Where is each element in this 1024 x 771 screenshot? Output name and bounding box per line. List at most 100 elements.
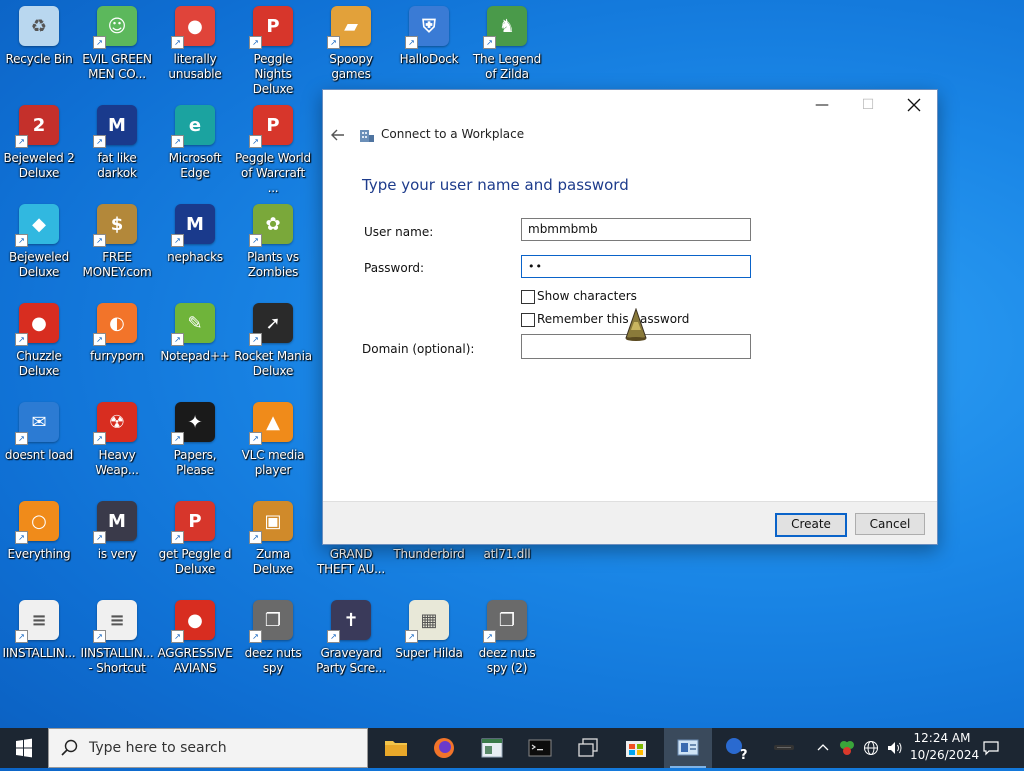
desktop-icon[interactable]: ☺ ↗ EVIL GREEN MEN CO... xyxy=(78,0,156,96)
workplace-icon xyxy=(360,130,374,142)
password-field[interactable]: •• xyxy=(521,255,751,278)
taskbar-workplace-dialog[interactable] xyxy=(664,728,712,768)
desktop-icon-label: fat like darkok xyxy=(97,151,137,180)
username-field[interactable]: mbmmbmb xyxy=(521,218,751,241)
desktop-icon[interactable]: ● ↗ AGGRESSIVE AVIANS xyxy=(156,594,234,690)
desktop-icon[interactable]: P ↗ get Peggle d Deluxe xyxy=(156,495,234,591)
desktop-icon[interactable]: ▦ ↗ Super Hilda xyxy=(390,594,468,690)
desktop-icon[interactable]: $ ↗ FREE MONEY.com xyxy=(78,198,156,294)
shortcut-arrow-icon: ↗ xyxy=(483,630,496,643)
shortcut-arrow-icon: ↗ xyxy=(93,630,106,643)
remember-password-label[interactable]: Remember this password xyxy=(537,312,689,326)
desktop-icon[interactable]: ≡ ↗ IINSTALLIN... - Shortcut xyxy=(78,594,156,690)
show-characters-checkbox[interactable] xyxy=(521,290,535,304)
desktop-icon-label: Super Hilda xyxy=(395,646,463,660)
tray-app-icon[interactable] xyxy=(836,728,858,768)
shortcut-arrow-icon: ↗ xyxy=(15,531,28,544)
desktop-icon[interactable]: M ↗ nephacks xyxy=(156,198,234,294)
clock[interactable]: 12:24 AM 10/26/2024 xyxy=(910,730,979,764)
shortcut-arrow-icon: ↗ xyxy=(93,234,106,247)
show-hidden-icons-chevron[interactable] xyxy=(812,728,834,768)
desktop-icon[interactable]: ☢ ↗ Heavy Weap... xyxy=(78,396,156,492)
desktop-icon[interactable]: ✝ ↗ Graveyard Party Scre... xyxy=(312,594,390,690)
desktop-icon[interactable]: e ↗ Microsoft Edge xyxy=(156,99,234,195)
taskbar-store[interactable] xyxy=(612,728,660,768)
shortcut-arrow-icon: ↗ xyxy=(15,234,28,247)
desktop-icon[interactable]: ➚ ↗ Rocket Mania Deluxe xyxy=(234,297,312,393)
desktop-icon[interactable]: ◐ ↗ furryporn xyxy=(78,297,156,393)
window-app-icon xyxy=(481,738,503,758)
show-characters-label[interactable]: Show characters xyxy=(537,289,637,303)
tray-network[interactable] xyxy=(860,728,882,768)
search-box[interactable]: Type here to search xyxy=(48,728,368,768)
desktop-icon-label: GRAND THEFT AU... xyxy=(316,547,385,576)
desktop-icon[interactable]: ❐ ↗ deez nuts spy (2) xyxy=(468,594,546,690)
dialog-footer: Create Cancel xyxy=(323,501,937,544)
desktop-icon[interactable]: M ↗ is very xyxy=(78,495,156,591)
taskbar-file-explorer[interactable] xyxy=(372,728,420,768)
desktop-icon[interactable]: ● ↗ Chuzzle Deluxe xyxy=(0,297,78,393)
dialog-titlebar[interactable]: — ☐ xyxy=(323,90,937,120)
start-button[interactable] xyxy=(0,728,48,768)
desktop-icon[interactable]: ♞ ↗ The Legend of Zilda xyxy=(468,0,546,96)
desktop-icon[interactable]: M ↗ fat like darkok xyxy=(78,99,156,195)
desktop-icon-label: EVIL GREEN MEN CO... xyxy=(82,52,152,81)
domain-label: Domain (optional): xyxy=(362,342,475,356)
desktop-icon-label: Peggle Nights Deluxe xyxy=(252,52,294,96)
desktop-icon-label: Thunderbird xyxy=(393,547,465,561)
shortcut-arrow-icon: ↗ xyxy=(249,36,262,49)
clock-time: 12:24 AM xyxy=(913,731,971,745)
taskbar-app-window[interactable] xyxy=(468,728,516,768)
help-icon: ? xyxy=(726,738,748,763)
notification-center-button[interactable] xyxy=(980,728,1002,768)
desktop-icon[interactable]: ⛨ ↗ HalloDock xyxy=(390,0,468,96)
tray-volume[interactable] xyxy=(884,728,906,768)
taskbar-terminal[interactable] xyxy=(516,728,564,768)
desktop-icon[interactable]: ▲ ↗ VLC media player xyxy=(234,396,312,492)
desktop-icon-label: atl71.dll xyxy=(483,547,531,561)
create-button[interactable]: Create xyxy=(775,513,847,537)
globe-icon xyxy=(864,740,878,755)
taskbar-task-view[interactable] xyxy=(564,728,612,768)
desktop-icon[interactable]: ◆ ↗ Bejeweled Deluxe xyxy=(0,198,78,294)
maximize-button: ☐ xyxy=(861,97,875,113)
shortcut-arrow-icon: ↗ xyxy=(249,234,262,247)
desktop-icon[interactable]: ≡ ↗ IINSTALLIN... xyxy=(0,594,78,690)
desktop-icon[interactable]: ✎ ↗ Notepad++ xyxy=(156,297,234,393)
cancel-button[interactable]: Cancel xyxy=(855,513,925,535)
desktop-icon[interactable]: ❐ ↗ deez nuts spy xyxy=(234,594,312,690)
desktop-icon-label: is very xyxy=(97,547,137,561)
desktop-icon[interactable]: 2 ↗ Bejeweled 2 Deluxe xyxy=(0,99,78,195)
desktop-icon-label: Microsoft Edge xyxy=(168,151,222,180)
desktop-icon[interactable]: ▣ ↗ Zuma Deluxe xyxy=(234,495,312,591)
svg-text:?: ? xyxy=(740,748,748,763)
taskbar-help[interactable]: ? xyxy=(712,728,760,768)
shortcut-arrow-icon: ↗ xyxy=(93,36,106,49)
back-button[interactable] xyxy=(331,126,345,145)
shortcut-arrow-icon: ↗ xyxy=(171,36,184,49)
desktop-icon[interactable]: ○ ↗ Everything xyxy=(0,495,78,591)
desktop-icon-label: The Legend of Zilda xyxy=(472,52,542,81)
desktop-icon-label: HalloDock xyxy=(399,52,459,66)
desktop-icon[interactable]: ♻ Recycle Bin xyxy=(0,0,78,96)
shortcut-arrow-icon: ↗ xyxy=(405,630,418,643)
desktop-icon[interactable]: ✿ ↗ Plants vs Zombies xyxy=(234,198,312,294)
desktop-icon[interactable]: P ↗ Peggle World of Warcraft ... xyxy=(234,99,312,195)
close-button[interactable] xyxy=(891,90,937,120)
taskbar-app-dark[interactable] xyxy=(760,728,808,768)
shortcut-arrow-icon: ↗ xyxy=(249,531,262,544)
desktop-icon[interactable]: P ↗ Peggle Nights Deluxe xyxy=(234,0,312,96)
desktop-icon[interactable]: ● ↗ literally unusable xyxy=(156,0,234,96)
taskbar-firefox[interactable] xyxy=(420,728,468,768)
chevron-up-icon xyxy=(817,744,829,751)
desktop-icon[interactable]: ▰ ↗ Spoopy games xyxy=(312,0,390,96)
desktop-icon[interactable]: ✦ ↗ Papers, Please xyxy=(156,396,234,492)
desktop-icon-label: Spoopy games xyxy=(329,52,373,81)
remember-password-checkbox[interactable] xyxy=(521,313,535,327)
shortcut-arrow-icon: ↗ xyxy=(171,234,184,247)
shortcut-arrow-icon: ↗ xyxy=(171,333,184,346)
desktop-icon-label: deez nuts spy (2) xyxy=(478,646,536,675)
minimize-button[interactable]: — xyxy=(799,90,845,120)
desktop-icon[interactable]: ✉ ↗ doesnt load xyxy=(0,396,78,492)
desktop-icon-label: Bejeweled 2 Deluxe xyxy=(3,151,75,180)
